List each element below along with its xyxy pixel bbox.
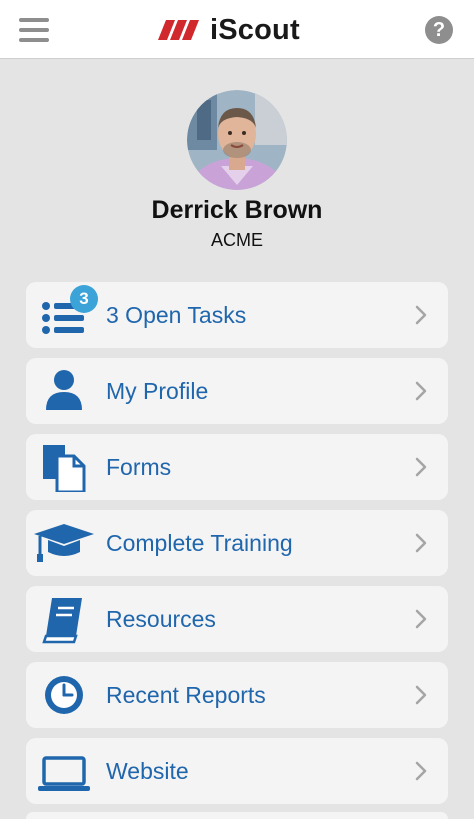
- menu-item-open-tasks[interactable]: 3 3 Open Tasks: [26, 282, 448, 348]
- chevron-right-icon: [415, 533, 427, 553]
- menu-item-partial: [26, 812, 448, 819]
- menu-item-label: Forms: [106, 454, 172, 480]
- menu-item-label: Recent Reports: [106, 682, 266, 708]
- logo-stripes-icon: [158, 20, 199, 40]
- app-header: iScout ?: [0, 0, 474, 59]
- tasks-count-badge: 3: [70, 285, 98, 313]
- chevron-right-icon: [415, 381, 427, 401]
- avatar[interactable]: [187, 90, 287, 190]
- profile-name: Derrick Brown: [151, 196, 323, 224]
- help-icon[interactable]: ?: [425, 16, 453, 44]
- menu-item-label: 3 Open Tasks: [106, 302, 247, 328]
- menu-item-website[interactable]: Website: [26, 738, 448, 804]
- chevron-right-icon: [415, 761, 427, 781]
- menu-item-complete-training[interactable]: Complete Training: [26, 510, 448, 576]
- menu-item-label: My Profile: [106, 378, 209, 404]
- iscout-logo: iScout: [158, 12, 300, 48]
- menu-item-label: Website: [106, 758, 189, 784]
- chevron-right-icon: [415, 685, 427, 705]
- graduation-cap-icon: [34, 518, 100, 568]
- person-icon: [34, 366, 100, 416]
- chevron-right-icon: [415, 457, 427, 477]
- clock-icon: [34, 670, 100, 720]
- menu-item-recent-reports[interactable]: Recent Reports: [26, 662, 448, 728]
- book-icon: [34, 594, 100, 644]
- chevron-right-icon: [415, 609, 427, 629]
- menu-item-label: Complete Training: [106, 530, 293, 556]
- logo-text: iScout: [210, 13, 300, 46]
- hamburger-menu-icon[interactable]: [19, 18, 49, 42]
- laptop-icon: [34, 746, 100, 796]
- menu-item-resources[interactable]: Resources: [26, 586, 448, 652]
- profile-company: ACME: [210, 230, 263, 250]
- chevron-right-icon: [415, 305, 427, 325]
- documents-icon: [34, 442, 100, 494]
- menu-item-label: Resources: [106, 606, 216, 632]
- menu-item-my-profile[interactable]: My Profile: [26, 358, 448, 424]
- menu-item-forms[interactable]: Forms: [26, 434, 448, 500]
